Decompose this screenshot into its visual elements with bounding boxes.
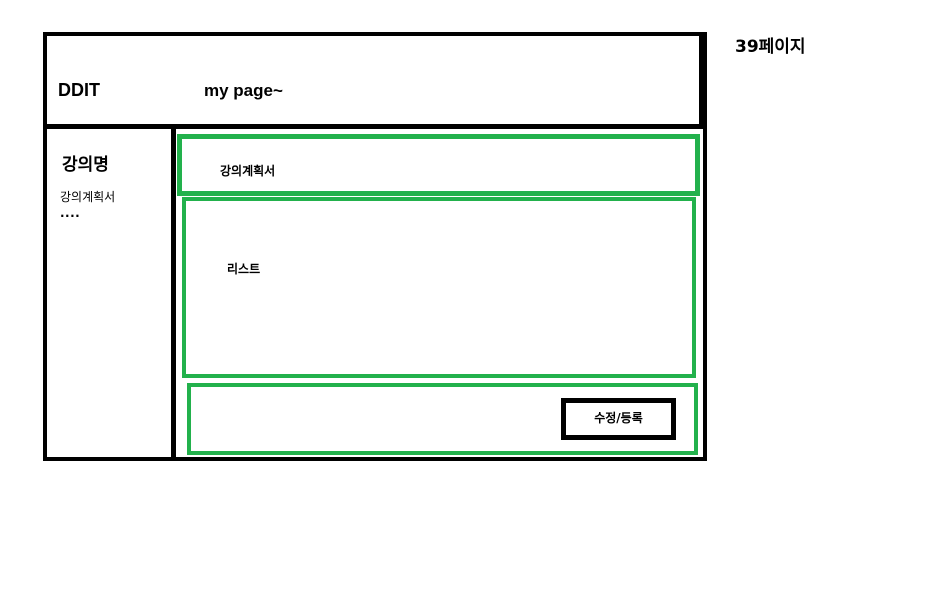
section-title: 강의계획서 bbox=[220, 164, 276, 178]
page-title: my page~ bbox=[204, 81, 283, 100]
sidebar-divider bbox=[171, 126, 176, 461]
page-number-label: 39페이지 bbox=[735, 37, 806, 57]
list-panel bbox=[182, 197, 696, 378]
edit-register-button[interactable]: 수정/등록 bbox=[561, 398, 676, 440]
sidebar-item-more[interactable]: .... bbox=[60, 206, 80, 220]
brand-logo[interactable]: DDIT bbox=[58, 80, 100, 101]
header-edge bbox=[699, 32, 707, 129]
header-divider bbox=[43, 124, 707, 129]
list-label: 리스트 bbox=[227, 262, 261, 276]
sidebar-course-name: 강의명 bbox=[62, 155, 109, 175]
sidebar-item-syllabus[interactable]: 강의계획서 bbox=[60, 188, 115, 205]
